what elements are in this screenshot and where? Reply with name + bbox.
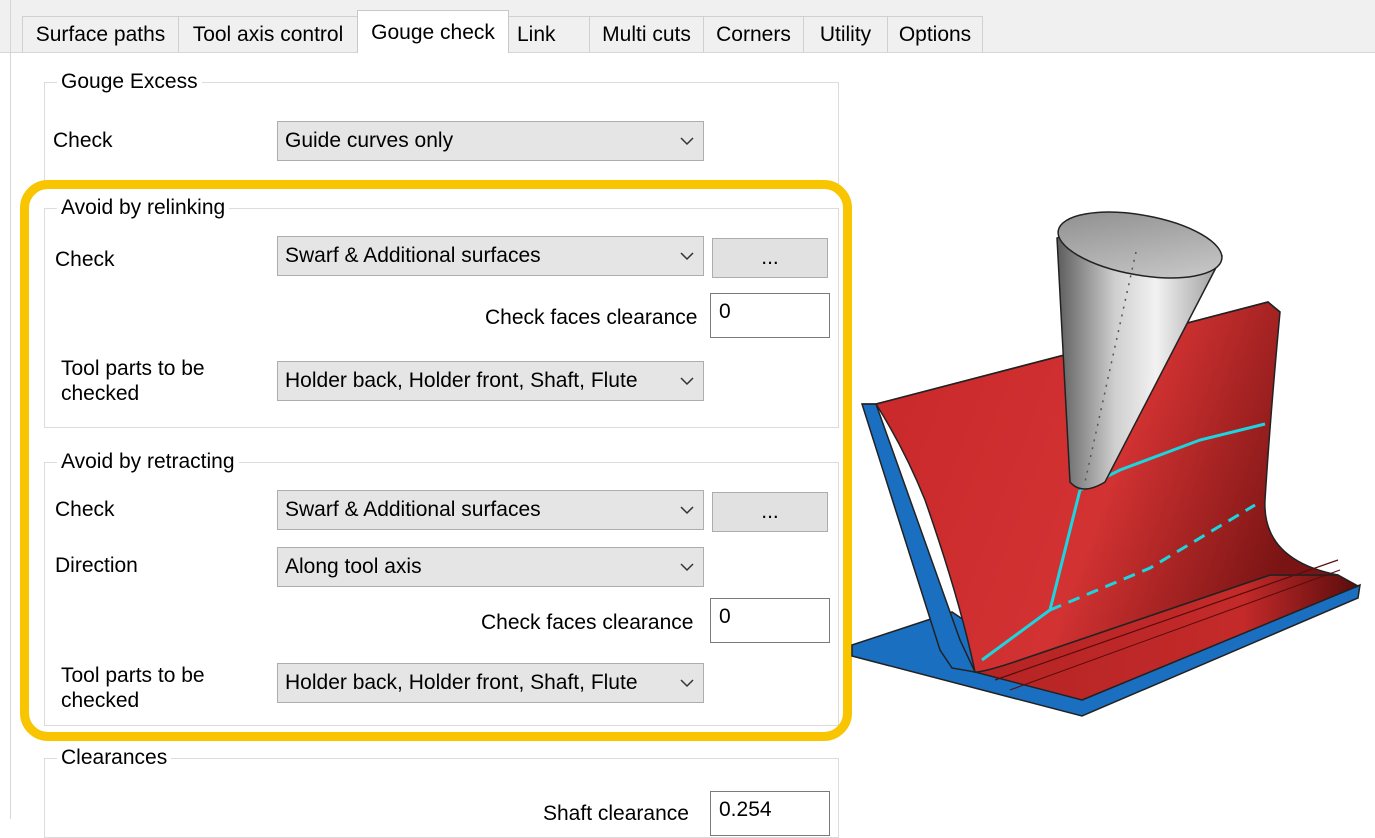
clearances-title: Clearances [57, 746, 172, 770]
tab-label: Options [898, 22, 972, 46]
chevron-down-icon [671, 122, 703, 160]
retracting-direction-value: Along tool axis [285, 555, 422, 578]
chevron-down-icon [671, 237, 703, 275]
retracting-tool-parts-value: Holder back, Holder front, Shaft, Flute [285, 671, 638, 694]
chevron-down-icon [671, 362, 703, 400]
tab-label: Utility [819, 22, 872, 46]
tab-surface-paths[interactable]: Surface paths [22, 16, 179, 52]
relinking-tool-parts-select[interactable]: Holder back, Holder front, Shaft, Flute [277, 361, 704, 401]
gouge-excess-check-label: Check [53, 129, 113, 152]
relinking-clearance-input[interactable]: 0 [710, 293, 830, 338]
relinking-title: Avoid by relinking [57, 196, 230, 220]
shaft-clearance-input[interactable]: 0.254 [710, 791, 830, 836]
gouge-excess-check-value: Guide curves only [285, 129, 454, 152]
retracting-check-select[interactable]: Swarf & Additional surfaces [277, 490, 704, 530]
shaft-clearance-label: Shaft clearance [543, 802, 689, 825]
tab-label: Multi cuts [602, 22, 691, 46]
relinking-more-button[interactable]: ... [712, 238, 828, 278]
retracting-tool-parts-select[interactable]: Holder back, Holder front, Shaft, Flute [277, 663, 704, 703]
relinking-check-select[interactable]: Swarf & Additional surfaces [277, 236, 704, 276]
tab-utility[interactable]: Utility [803, 16, 888, 52]
chevron-down-icon [671, 548, 703, 586]
retracting-tool-parts-label: Tool parts to be checked [61, 664, 205, 712]
more-button-label: ... [761, 500, 779, 523]
tab-tool-axis-control[interactable]: Tool axis control [178, 16, 358, 52]
tab-options[interactable]: Options [887, 16, 983, 52]
tab-link[interactable]: Link [508, 16, 590, 52]
tab-gouge-check[interactable]: Gouge check [357, 10, 509, 53]
more-button-label: ... [761, 246, 779, 269]
tab-label: Gouge check [371, 21, 495, 44]
retracting-more-button[interactable]: ... [712, 492, 828, 532]
tab-label: Surface paths [35, 22, 166, 46]
tab-corners[interactable]: Corners [703, 16, 804, 52]
tab-label: Corners [716, 22, 791, 46]
retracting-check-value: Swarf & Additional surfaces [285, 498, 541, 521]
retracting-direction-select[interactable]: Along tool axis [277, 547, 704, 587]
relinking-clearance-label: Check faces clearance [485, 306, 698, 329]
tab-label: Tool axis control [192, 22, 344, 46]
gouge-excess-title: Gouge Excess [57, 70, 202, 94]
tab-multi-cuts[interactable]: Multi cuts [589, 16, 704, 52]
panel-left-edge [10, 0, 11, 819]
chevron-down-icon [671, 491, 703, 529]
relinking-check-value: Swarf & Additional surfaces [285, 244, 541, 267]
relinking-tool-parts-label: Tool parts to be checked [61, 357, 205, 405]
relinking-tool-parts-value: Holder back, Holder front, Shaft, Flute [285, 369, 638, 392]
chevron-down-icon [671, 664, 703, 702]
gouge-excess-check-select[interactable]: Guide curves only [277, 121, 704, 161]
retracting-check-label: Check [55, 498, 115, 521]
relinking-check-label: Check [55, 248, 115, 271]
retracting-direction-label: Direction [55, 554, 138, 577]
retracting-clearance-input[interactable]: 0 [710, 598, 830, 643]
retracting-title: Avoid by retracting [57, 450, 239, 474]
tab-label: Link [517, 22, 556, 46]
retracting-clearance-label: Check faces clearance [481, 611, 694, 634]
gouge-check-illustration [851, 211, 1361, 717]
